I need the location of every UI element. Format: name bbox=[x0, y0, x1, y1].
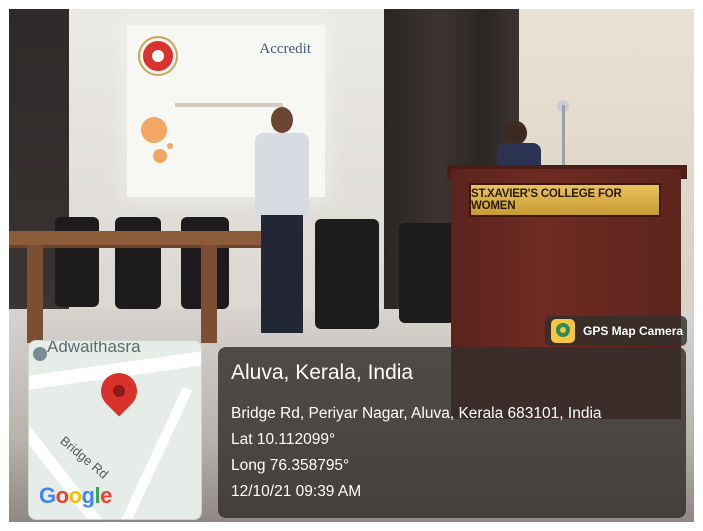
google-logo: Google bbox=[39, 483, 112, 508]
map-thumbnail: Adwaithasra Bridge Rd Google bbox=[28, 340, 202, 520]
gps-overlay: GPS Map Camera Adwaithasra Bridge Rd Goo… bbox=[0, 0, 703, 531]
place-marker-icon bbox=[33, 347, 47, 361]
address-text: Bridge Rd, Periyar Nagar, Aluva, Kerala … bbox=[231, 405, 602, 422]
location-pin-center bbox=[113, 385, 125, 397]
longitude-text: Long 76.358795° bbox=[231, 457, 350, 474]
map-place-label: Adwaithasra bbox=[47, 340, 141, 356]
gps-badge-label: GPS Map Camera bbox=[583, 324, 684, 338]
photo-frame: Accredit ST.XAVIER'S COLLEGE FOR WOMEN G… bbox=[0, 0, 703, 531]
gps-map-camera-icon bbox=[551, 319, 575, 343]
datetime-text: 12/10/21 09:39 AM bbox=[231, 483, 362, 500]
place-name: Aluva, Kerala, India bbox=[231, 361, 414, 384]
location-info-card: Aluva, Kerala, India Bridge Rd, Periyar … bbox=[218, 347, 686, 518]
latitude-text: Lat 10.112099° bbox=[231, 431, 336, 448]
gps-map-camera-badge: GPS Map Camera bbox=[545, 316, 687, 346]
